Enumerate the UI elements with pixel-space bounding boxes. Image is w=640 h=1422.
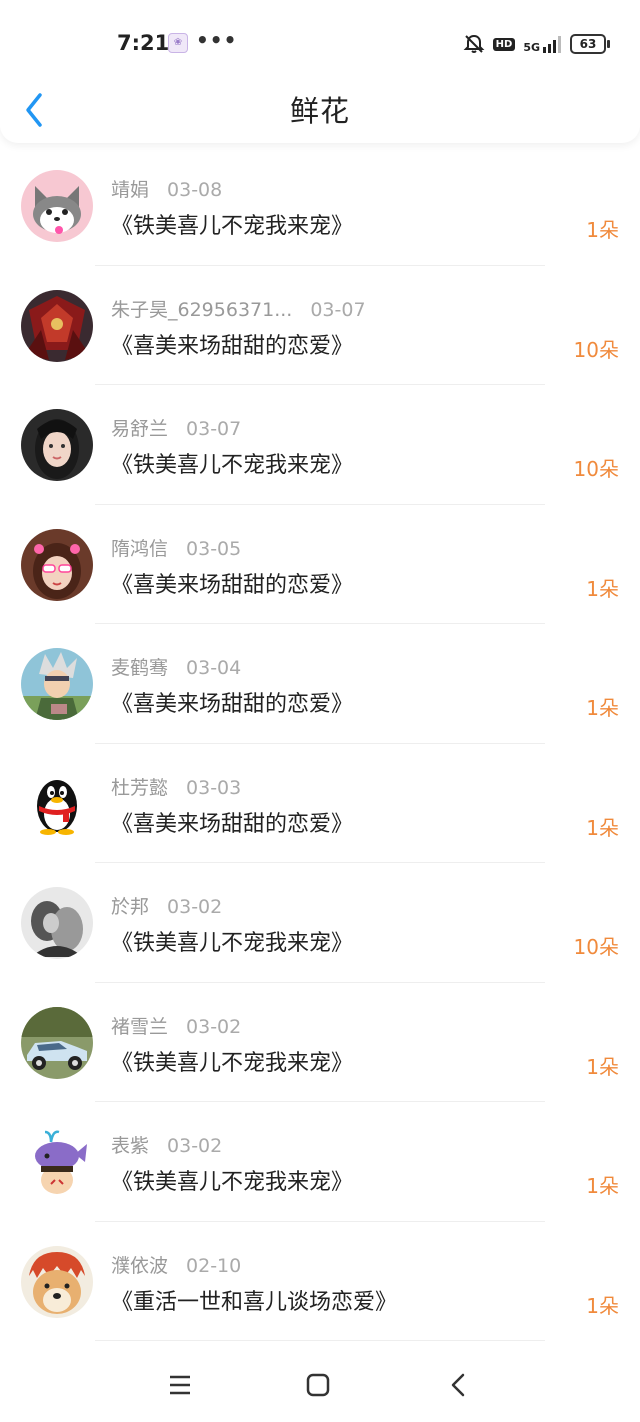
flower-count: 10朵 — [573, 337, 619, 362]
paw-icon: ❀ — [168, 33, 188, 53]
book-title[interactable]: 《铁美喜儿不宠我来宠》 — [111, 447, 353, 479]
status-time: 7:21 — [117, 31, 170, 55]
sender-name: 朱子昊_62956371... — [111, 298, 293, 321]
book-title[interactable]: 《铁美喜儿不宠我来宠》 — [111, 1045, 353, 1077]
bell-muted-icon — [463, 34, 485, 53]
flower-count: 1朵 — [586, 696, 619, 720]
gift-date: 03-07 — [186, 418, 242, 440]
back-triangle-icon — [451, 1373, 465, 1397]
list-item[interactable]: 隋鸿信 03-05 《喜美来场甜甜的恋爱》 1朵 — [0, 505, 640, 624]
sender-name: 杜芳懿 — [111, 776, 169, 799]
divider — [95, 1340, 545, 1341]
bw-couple-avatar[interactable] — [21, 887, 93, 959]
gift-date: 03-05 — [186, 537, 242, 560]
list-item[interactable]: 靖娟 03-08 《铁美喜儿不宠我来宠》 1朵 — [0, 146, 640, 266]
flower-count: 1朵 — [586, 218, 619, 242]
book-title[interactable]: 《铁美喜儿不宠我来宠》 — [111, 925, 353, 957]
book-title[interactable]: 《喜美来场甜甜的恋爱》 — [111, 567, 353, 599]
book-title[interactable]: 《喜美来场甜甜的恋爱》 — [111, 686, 353, 718]
gift-date: 03-02 — [167, 1135, 223, 1157]
flower-count: 10朵 — [573, 457, 619, 481]
gift-date: 02-10 — [186, 1254, 242, 1277]
flower-count: 10朵 — [573, 935, 619, 959]
list-item[interactable]: 朱子昊_62956371... 03-07 《喜美来场甜甜的恋爱》 10朵 — [0, 266, 640, 385]
sender-name: 褚雪兰 — [111, 1015, 169, 1038]
gift-date: 03-07 — [310, 298, 366, 321]
home-square-icon — [306, 1373, 330, 1397]
list-item[interactable]: 麦鹤骞 03-04 《喜美来场甜甜的恋爱》 1朵 — [0, 624, 640, 744]
flower-gift-list: 靖娟 03-08 《铁美喜儿不宠我来宠》 1朵 朱子昊_62956371... 03… — [0, 146, 640, 1341]
girl-sunglasses-avatar[interactable] — [21, 528, 93, 601]
signal-icon: 5G — [523, 35, 562, 53]
sender-name: 麦鹤骞 — [111, 657, 169, 679]
book-title[interactable]: 《重活一世和喜儿谈场恋爱》 — [111, 1284, 397, 1316]
system-back-button[interactable] — [438, 1370, 478, 1402]
flower-count: 1朵 — [586, 1054, 619, 1079]
qq-penguin-avatar[interactable] — [21, 767, 93, 840]
vintage-car-avatar[interactable] — [21, 1006, 93, 1079]
anime-character-avatar[interactable] — [21, 648, 93, 720]
flower-count: 1朵 — [586, 576, 619, 601]
book-title[interactable]: 《喜美来场甜甜的恋爱》 — [111, 806, 353, 838]
sender-name: 濮依波 — [111, 1254, 169, 1277]
page-title: 鲜花 — [289, 94, 350, 128]
gift-date: 03-02 — [167, 896, 223, 918]
hd-badge: HD — [492, 37, 516, 51]
menu-icon — [170, 1375, 190, 1395]
doge-avatar[interactable] — [21, 1245, 93, 1318]
list-item[interactable]: 於邦 03-02 《铁美喜儿不宠我来宠》 10朵 — [0, 863, 640, 983]
whale-cartoon-avatar[interactable] — [21, 1126, 93, 1198]
flower-count: 1朵 — [586, 815, 619, 840]
flower-count: 1朵 — [586, 1174, 619, 1198]
girl-portrait-avatar[interactable] — [21, 409, 93, 481]
signal-bars-icon — [543, 36, 561, 53]
list-item[interactable]: 濮依波 02-10 《重活一世和喜儿谈场恋爱》 1朵 — [0, 1222, 640, 1341]
sender-name: 於邦 — [111, 896, 150, 918]
home-button[interactable] — [298, 1370, 338, 1402]
sender-name: 隋鸿信 — [111, 537, 169, 560]
system-nav-bar — [0, 1346, 640, 1422]
gift-date: 03-04 — [186, 657, 242, 679]
book-title[interactable]: 《铁美喜儿不宠我来宠》 — [111, 1164, 353, 1196]
top-bar: 7:21 ❀ ••• HD 5G 63 鲜花 — [0, 0, 640, 143]
book-title[interactable]: 《喜美来场甜甜的恋爱》 — [111, 328, 353, 360]
status-icons: HD 5G 63 — [463, 30, 610, 58]
husky-cartoon-avatar[interactable] — [21, 170, 93, 242]
gift-date: 03-03 — [186, 776, 242, 799]
list-item[interactable]: 易舒兰 03-07 《铁美喜儿不宠我来宠》 10朵 — [0, 385, 640, 505]
battery-indicator: 63 — [570, 34, 610, 54]
list-item[interactable]: 褚雪兰 03-02 《铁美喜儿不宠我来宠》 1朵 — [0, 983, 640, 1102]
network-label: 5G — [523, 41, 540, 54]
list-item[interactable]: 表紫 03-02 《铁美喜儿不宠我来宠》 1朵 — [0, 1102, 640, 1222]
red-armor-avatar[interactable] — [21, 289, 93, 362]
status-more: ••• — [196, 28, 238, 52]
flower-count: 1朵 — [586, 1293, 619, 1318]
sender-name: 靖娟 — [111, 179, 150, 201]
gift-date: 03-08 — [167, 179, 223, 201]
sender-name: 易舒兰 — [111, 418, 169, 440]
list-item[interactable]: 杜芳懿 03-03 《喜美来场甜甜的恋爱》 1朵 — [0, 744, 640, 863]
sender-name: 表紫 — [111, 1135, 150, 1157]
gift-date: 03-02 — [186, 1015, 242, 1038]
book-title[interactable]: 《铁美喜儿不宠我来宠》 — [111, 208, 353, 240]
menu-button[interactable] — [160, 1370, 200, 1402]
